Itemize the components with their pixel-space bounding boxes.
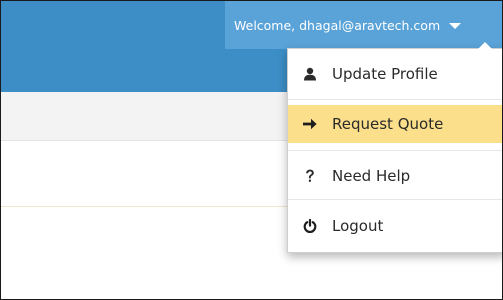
menu-item-label: Request Quote <box>332 115 444 133</box>
power-icon <box>302 218 318 234</box>
app-window: Welcome, dhagal@aravtech.com Update Prof… <box>0 0 503 300</box>
menu-divider <box>288 99 502 100</box>
user-icon <box>302 66 318 82</box>
user-menu-toggle[interactable]: Welcome, dhagal@aravtech.com <box>225 1 502 49</box>
menu-item-need-help[interactable]: Need Help <box>288 157 502 195</box>
menu-divider <box>288 199 502 200</box>
menu-item-label: Logout <box>332 217 384 235</box>
menu-item-logout[interactable]: Logout <box>288 207 502 245</box>
question-icon <box>302 168 318 184</box>
welcome-text: Welcome, dhagal@aravtech.com <box>234 17 441 33</box>
dropdown-pointer <box>478 42 492 49</box>
menu-item-request-quote[interactable]: Request Quote <box>288 105 502 143</box>
user-dropdown-menu: Update Profile Request Quote Need Help L… <box>287 42 502 253</box>
arrow-right-icon <box>302 116 318 132</box>
caret-down-icon <box>449 23 462 29</box>
menu-item-label: Update Profile <box>332 65 438 83</box>
menu-item-label: Need Help <box>332 167 411 185</box>
menu-item-update-profile[interactable]: Update Profile <box>288 55 502 93</box>
menu-divider <box>288 150 502 151</box>
